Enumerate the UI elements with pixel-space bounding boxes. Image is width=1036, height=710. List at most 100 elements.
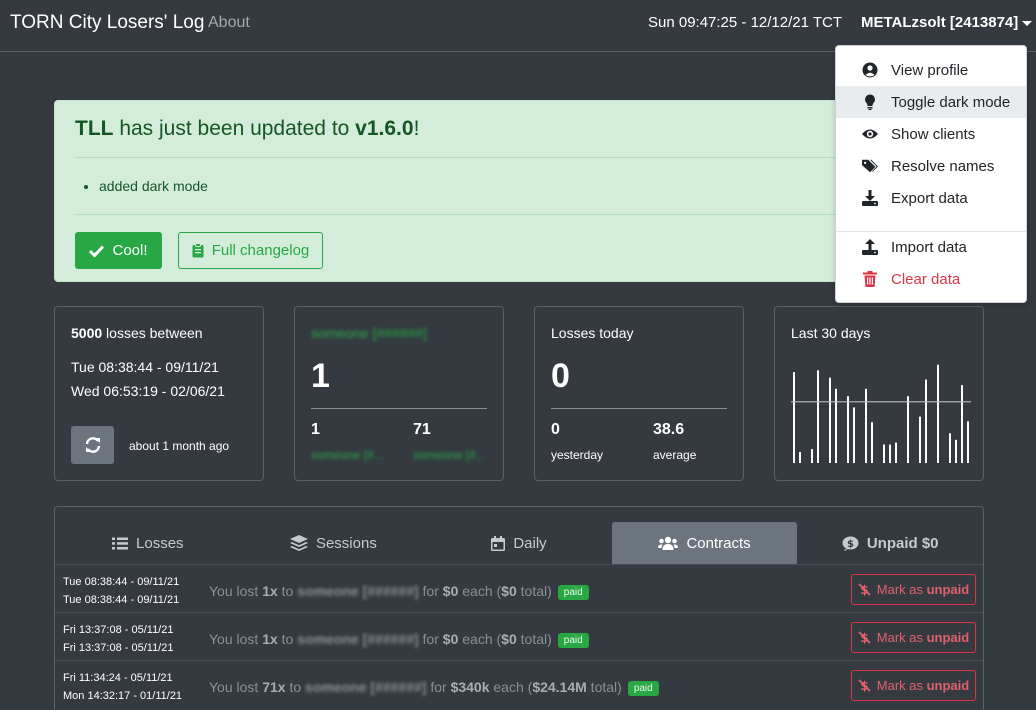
- tab-sessions[interactable]: Sessions: [241, 522, 427, 564]
- brand-title[interactable]: TORN City Losers' Log: [10, 12, 204, 34]
- alert-title: TLL has just been updated to v1.6.0!: [75, 117, 420, 140]
- menu-import-data[interactable]: Import data: [836, 231, 1026, 263]
- chart-bar: [883, 444, 885, 463]
- tags-icon: [862, 159, 878, 173]
- contracts-panel: Losses Sessions Daily Contracts $ Unpaid…: [54, 506, 984, 710]
- divider: [75, 157, 963, 158]
- paid-badge: paid: [557, 585, 589, 600]
- menu-export-data[interactable]: Export data: [836, 182, 1026, 214]
- table-row: Fri 11:34:24 - 05/11/21 Mon 14:32:17 - 0…: [55, 660, 983, 708]
- losses-today-card: Losses today 0 0 yesterday 38.6 average: [534, 306, 744, 481]
- dollar-icon: $: [842, 536, 859, 551]
- cool-button[interactable]: Cool!: [75, 232, 162, 269]
- last-updated-text: about 1 month ago: [129, 439, 230, 453]
- chart-bar: [793, 372, 795, 463]
- menu-clear-data[interactable]: Clear data: [836, 263, 1026, 295]
- chart-bar: [907, 396, 909, 463]
- paid-badge: paid: [557, 633, 589, 648]
- left-stat-label[interactable]: someone [#...: [311, 448, 384, 462]
- calendar-icon: [491, 535, 506, 551]
- chart-bar: [919, 416, 921, 463]
- table-row: Tue 08:38:44 - 09/11/21 Tue 08:38:44 - 0…: [55, 564, 983, 612]
- yesterday-value: 0: [551, 421, 560, 438]
- server-clock: Sun 09:47:25 - 12/12/21 TCT: [648, 14, 843, 31]
- mark-unpaid-button[interactable]: $ Mark as unpaid: [851, 622, 976, 653]
- menu-show-clients[interactable]: Show clients: [836, 118, 1026, 150]
- chart-bar: [847, 396, 849, 463]
- today-value: 0: [551, 357, 570, 395]
- nav-about-link[interactable]: About: [208, 14, 250, 32]
- user-circle-icon: [862, 62, 878, 78]
- divider: [551, 408, 727, 409]
- opponent-name[interactable]: someone [######]: [311, 325, 427, 341]
- range-from: Tue 08:38:44 - 09/11/21: [71, 359, 219, 375]
- change-item: added dark mode: [99, 178, 208, 194]
- check-icon: [89, 244, 105, 257]
- list-icon: [112, 537, 129, 549]
- chart-bar: [835, 388, 837, 463]
- divider: [75, 214, 963, 215]
- card-title: Last 30 days: [791, 325, 871, 341]
- layers-icon: [289, 535, 308, 551]
- chart-bar: [889, 444, 891, 463]
- tab-daily[interactable]: Daily: [426, 522, 612, 564]
- chart-bar: [853, 407, 855, 463]
- lightbulb-icon: [865, 94, 875, 110]
- row-date-end: Mon 14:32:17 - 01/11/21: [63, 690, 183, 702]
- chart-bar: [961, 385, 963, 463]
- user-name: METALzsolt [2413874]: [861, 14, 1019, 31]
- top-opponent-card: someone [######] 1 1 someone [#... 71 so…: [294, 306, 504, 481]
- chart-bar: [817, 370, 819, 463]
- tab-unpaid[interactable]: $ Unpaid $0: [797, 522, 983, 564]
- mark-unpaid-button[interactable]: $ Mark as unpaid: [851, 574, 976, 605]
- row-date-end: Fri 13:37:08 - 05/11/21: [63, 642, 174, 654]
- row-date-start: Fri 11:34:24 - 05/11/21: [63, 672, 173, 684]
- left-stat-value: 1: [311, 421, 320, 438]
- divider: [311, 408, 487, 409]
- mark-unpaid-button[interactable]: $ Mark as unpaid: [851, 670, 976, 701]
- right-stat-label[interactable]: someone [#...: [413, 448, 486, 462]
- row-message: You lost 1x to someone [######] for $0 e…: [209, 631, 589, 648]
- chart-bar: [829, 377, 831, 463]
- row-date-start: Tue 08:38:44 - 09/11/21: [63, 576, 180, 588]
- chart-bar: [871, 422, 873, 463]
- trash-icon: [863, 271, 877, 287]
- eye-icon: [862, 129, 878, 139]
- chart-bar: [925, 379, 927, 463]
- row-date-end: Tue 08:38:44 - 09/11/21: [63, 594, 180, 606]
- menu-toggle-dark-mode[interactable]: Toggle dark mode: [836, 86, 1026, 118]
- average-value: 38.6: [653, 421, 685, 438]
- tab-contracts[interactable]: Contracts: [611, 522, 798, 564]
- dollar-slash-icon: $: [858, 631, 871, 644]
- chart-bar: [949, 433, 951, 463]
- card-title: 5000 losses between: [71, 325, 203, 341]
- dollar-slash-icon: $: [858, 583, 871, 596]
- upload-icon: [862, 239, 878, 255]
- paid-badge: paid: [627, 681, 659, 696]
- svg-text:$: $: [847, 539, 854, 550]
- average-label: average: [653, 448, 697, 462]
- card-title: Losses today: [551, 325, 634, 341]
- menu-view-profile[interactable]: View profile: [836, 54, 1026, 86]
- table-row: Fri 13:37:08 - 05/11/21 Fri 13:37:08 - 0…: [55, 612, 983, 660]
- menu-resolve-names[interactable]: Resolve names: [836, 150, 1026, 182]
- losses-range-card: 5000 losses between Tue 08:38:44 - 09/11…: [54, 306, 264, 481]
- user-menu-toggle[interactable]: METALzsolt [2413874]: [861, 14, 1033, 31]
- opponent-losses-value: 1: [311, 357, 330, 395]
- chart-bar: [937, 364, 939, 463]
- download-icon: [862, 190, 878, 206]
- row-message: You lost 1x to someone [######] for $0 e…: [209, 583, 589, 600]
- refresh-button[interactable]: [71, 426, 114, 464]
- right-stat-value: 71: [413, 421, 431, 438]
- chart-bar: [865, 388, 867, 463]
- tab-losses[interactable]: Losses: [55, 522, 241, 564]
- clipboard-icon: [192, 243, 204, 258]
- full-changelog-button[interactable]: Full changelog: [178, 232, 323, 269]
- tab-bar: Losses Sessions Daily Contracts $ Unpaid…: [55, 522, 983, 564]
- chart-bar: [955, 439, 957, 463]
- chart-bar: [967, 421, 969, 463]
- chart-bar: [895, 442, 897, 463]
- last-30-days-card: Last 30 days: [774, 306, 984, 481]
- chart-bar: [799, 451, 801, 463]
- dollar-slash-icon: $: [858, 679, 871, 692]
